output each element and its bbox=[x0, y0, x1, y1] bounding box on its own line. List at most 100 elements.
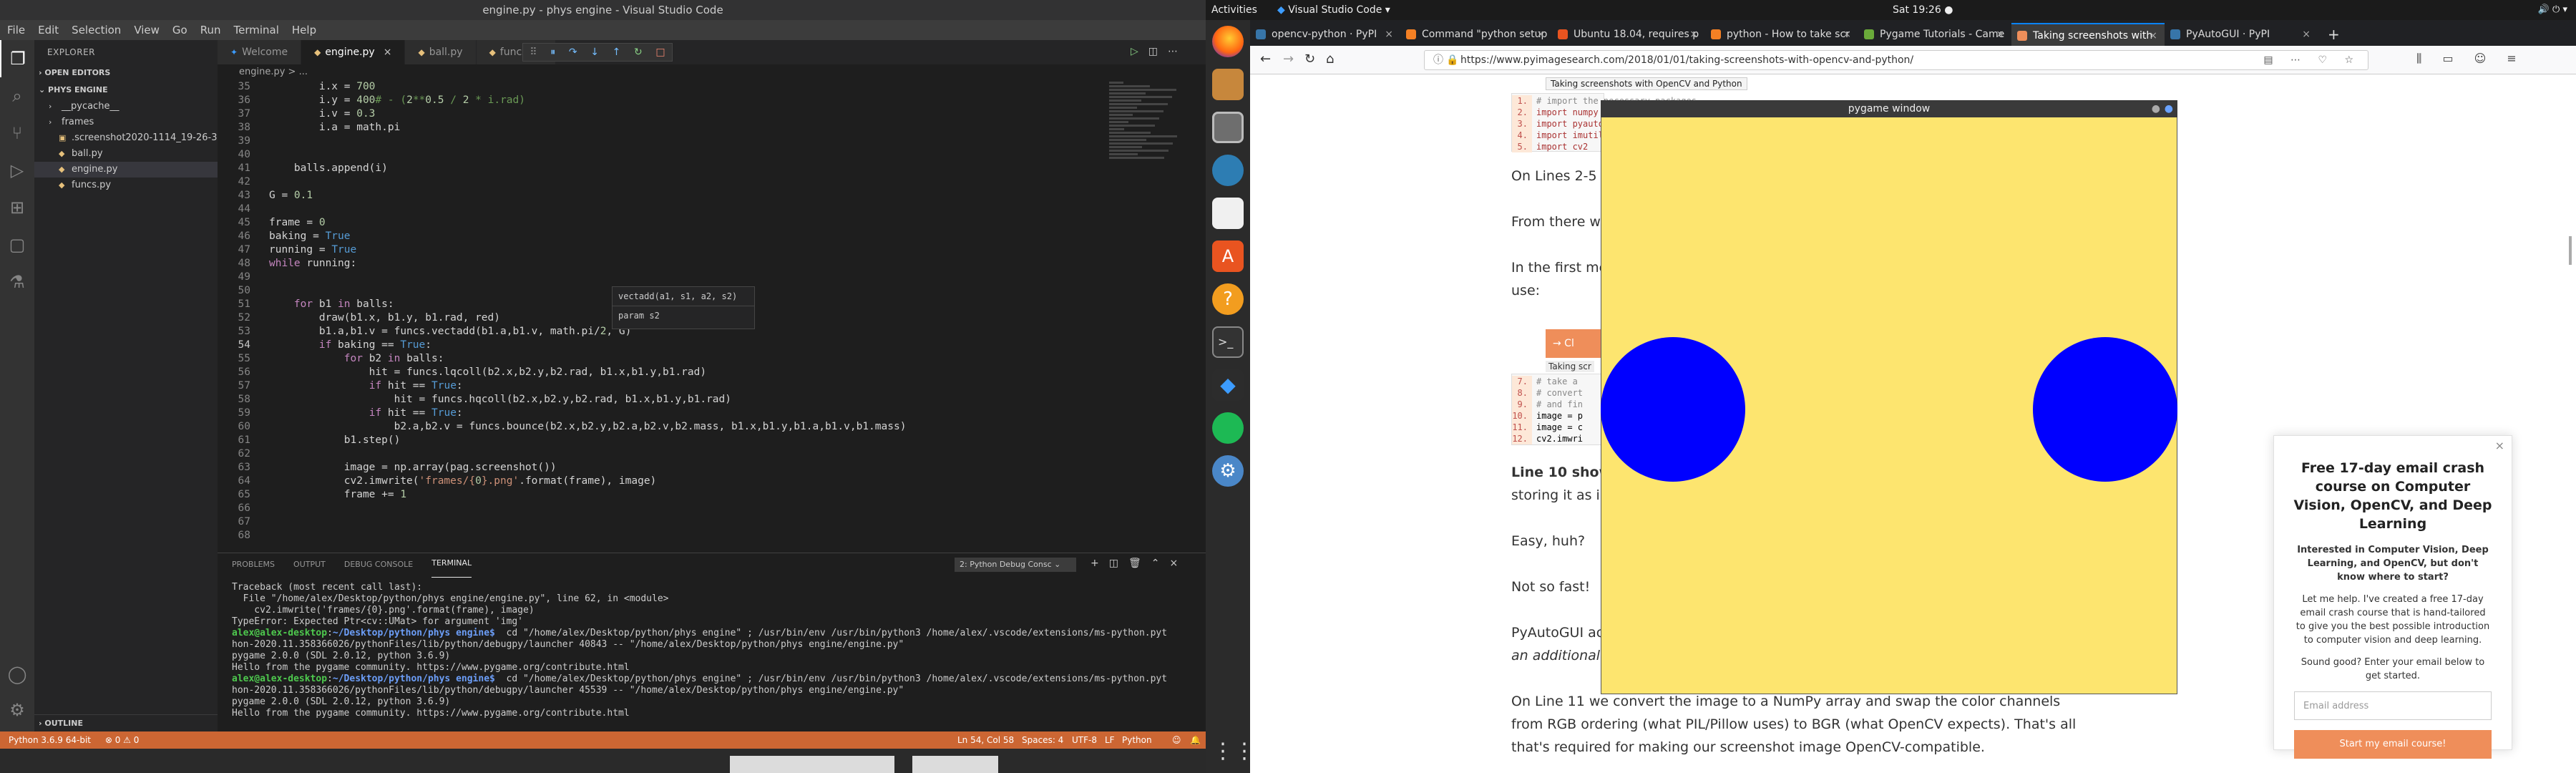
code-line[interactable]: 44 bbox=[218, 203, 1206, 216]
menu-file[interactable]: File bbox=[7, 20, 25, 40]
browser-tab[interactable]: Command "python setup × bbox=[1400, 23, 1552, 46]
email-field[interactable]: Email address bbox=[2294, 691, 2492, 720]
source-control-icon[interactable]: ⑂ bbox=[0, 115, 34, 152]
testing-icon[interactable]: ⚗ bbox=[0, 263, 34, 301]
extensions-icon[interactable]: ⊞ bbox=[0, 189, 34, 226]
feedback-icon[interactable]: ☺ bbox=[1172, 731, 1181, 749]
minimap[interactable] bbox=[1109, 80, 1195, 188]
code-line[interactable]: 46 baking = True bbox=[218, 230, 1206, 243]
code-line[interactable]: 40 bbox=[218, 148, 1206, 162]
split-terminal-icon[interactable]: ◫ bbox=[1109, 558, 1128, 569]
close-tab-icon[interactable]: × bbox=[2149, 24, 2157, 46]
music-icon[interactable] bbox=[1212, 155, 1244, 186]
code-line[interactable]: 57 if hit == True: bbox=[218, 379, 1206, 393]
open-editors-section[interactable]: › OPEN EDITORS bbox=[34, 64, 218, 82]
menu-view[interactable]: View bbox=[134, 20, 160, 40]
trash-icon[interactable]: 🗑 bbox=[1128, 558, 1151, 569]
code-line[interactable]: 59 if hit == True: bbox=[218, 407, 1206, 420]
code-line[interactable]: 58 hit = funcs.hqcoll(b2.x,b2.y,b2.rad, … bbox=[218, 393, 1206, 407]
start-course-button[interactable]: Start my email course! bbox=[2294, 730, 2492, 759]
menu-selection[interactable]: Selection bbox=[72, 20, 121, 40]
code-line[interactable]: 43 G = 0.1 bbox=[218, 189, 1206, 203]
menu-edit[interactable]: Edit bbox=[38, 20, 59, 40]
minimize-icon[interactable]: ● bbox=[2152, 100, 2160, 117]
code-line[interactable]: 39 bbox=[218, 135, 1206, 148]
code-line[interactable]: 66 bbox=[218, 502, 1206, 515]
code-line[interactable]: 62 bbox=[218, 447, 1206, 461]
tree-item-frames[interactable]: › frames bbox=[34, 115, 218, 130]
system-tray[interactable]: 🔊 ⏻ ▾ bbox=[2538, 0, 2567, 20]
tab-engine-py[interactable]: ◆ engine.py × bbox=[301, 40, 406, 64]
bell-icon[interactable]: 🔔 bbox=[1190, 731, 1201, 749]
code-line[interactable]: 61 b1.step() bbox=[218, 434, 1206, 447]
forward-icon[interactable]: → bbox=[1283, 52, 1294, 67]
step-over-icon[interactable]: ↷ bbox=[569, 47, 577, 58]
breadcrumb[interactable]: engine.py > ... bbox=[218, 64, 1206, 80]
status-encoding[interactable]: UTF-8 bbox=[1072, 731, 1097, 749]
activities-button[interactable]: Activities bbox=[1211, 0, 1257, 20]
files-icon[interactable] bbox=[1212, 69, 1244, 100]
code-line[interactable]: 41 balls.append(i) bbox=[218, 162, 1206, 175]
tree-item-engine-py[interactable]: ◆ engine.py bbox=[34, 162, 218, 178]
url-bar[interactable]: ⓘ 🔒 https://www.pyimagesearch.com/2018/0… bbox=[1424, 50, 2368, 70]
manage-gear-icon[interactable]: ⚙ bbox=[0, 691, 34, 729]
close-tab-icon[interactable]: × bbox=[1996, 23, 2004, 46]
spotify-icon[interactable] bbox=[1212, 412, 1244, 444]
browser-tab[interactable]: opencv-python · PyPI × bbox=[1250, 23, 1400, 46]
step-into-icon[interactable]: ↓ bbox=[590, 47, 599, 58]
url-actions[interactable]: ▤ ⋯ ♡ ☆ bbox=[2263, 51, 2361, 69]
restart-icon[interactable]: ↻ bbox=[634, 47, 643, 58]
outline-section[interactable]: › OUTLINE bbox=[34, 714, 218, 731]
code-line[interactable]: 54 if baking == True: bbox=[218, 339, 1206, 352]
code-line[interactable]: 47 running = True bbox=[218, 243, 1206, 257]
tab-output[interactable]: OUTPUT bbox=[293, 553, 326, 576]
close-tab-icon[interactable]: × bbox=[1536, 23, 1545, 46]
code-line[interactable]: 60 b2.a,b2.v = funcs.bounce(b2.x,b2.y,b2… bbox=[218, 420, 1206, 434]
code-line[interactable]: 36 i.y = 400# - (2**0.5 / 2 * i.rad) bbox=[218, 94, 1206, 107]
close-icon[interactable]: × bbox=[384, 47, 392, 58]
status-position[interactable]: Ln 54, Col 58 bbox=[957, 731, 1014, 749]
code-line[interactable]: 55 for b2 in balls: bbox=[218, 352, 1206, 366]
menu-run[interactable]: Run bbox=[200, 20, 221, 40]
account-icon[interactable]: ◯ bbox=[0, 656, 34, 693]
terminal-select[interactable]: 2: Python Debug Consc ⌄ bbox=[955, 558, 1076, 572]
menu-terminal[interactable]: Terminal bbox=[234, 20, 279, 40]
lock-icon[interactable]: 🔒 bbox=[1446, 51, 1458, 69]
document-icon[interactable] bbox=[1212, 198, 1244, 229]
close-tab-icon[interactable]: × bbox=[1843, 23, 1851, 46]
add-terminal-icon[interactable]: + bbox=[1091, 558, 1109, 569]
code-line[interactable]: 48 while running: bbox=[218, 257, 1206, 271]
reload-icon[interactable]: ↻ bbox=[1304, 52, 1315, 67]
new-tab-button[interactable]: + bbox=[2318, 23, 2346, 46]
home-icon[interactable]: ⌂ bbox=[1326, 52, 1334, 67]
close-panel-icon[interactable]: × bbox=[1169, 558, 1188, 569]
close-tab-icon[interactable]: × bbox=[1689, 23, 1698, 46]
browser-tab[interactable]: Ubuntu 18.04, requires p × bbox=[1552, 23, 1705, 46]
close-icon[interactable]: × bbox=[2495, 439, 2504, 452]
tab-welcome[interactable]: ✦ Welcome bbox=[218, 40, 302, 64]
back-icon[interactable]: ← bbox=[1260, 52, 1271, 67]
menu-go[interactable]: Go bbox=[172, 20, 187, 40]
show-apps-icon[interactable]: ⋮⋮ bbox=[1212, 736, 1255, 767]
explorer-icon[interactable]: ❐ bbox=[0, 40, 34, 77]
browser-tab[interactable]: python - How to take scr × bbox=[1705, 23, 1858, 46]
status-spaces[interactable]: Spaces: 4 bbox=[1022, 731, 1063, 749]
tab-ball-py[interactable]: ◆ ball.py bbox=[405, 40, 477, 64]
info-icon[interactable]: ⓘ bbox=[1433, 51, 1443, 69]
remote-icon[interactable]: ▢ bbox=[0, 226, 34, 263]
code-line[interactable]: 65 frame += 1 bbox=[218, 488, 1206, 502]
tab-problems[interactable]: PROBLEMS bbox=[232, 553, 275, 576]
code-line[interactable]: 63 image = np.array(pag.screenshot()) bbox=[218, 461, 1206, 475]
code-line[interactable]: 45 frame = 0 bbox=[218, 216, 1206, 230]
code-line[interactable]: 37 i.v = 0.3 bbox=[218, 107, 1206, 121]
pygame-titlebar[interactable]: pygame window ● ● bbox=[1601, 100, 2177, 117]
code-line[interactable]: 49 bbox=[218, 271, 1206, 284]
vscode-dock-icon[interactable]: ◆ bbox=[1212, 369, 1244, 401]
firefox-icon[interactable] bbox=[1212, 26, 1244, 57]
tree-item-ball-py[interactable]: ◆ ball.py bbox=[34, 146, 218, 162]
status-eol[interactable]: LF bbox=[1105, 731, 1115, 749]
status-problems[interactable]: ⊗ 0 ⚠ 0 bbox=[105, 735, 140, 745]
code-line[interactable]: 35 i.x = 700 bbox=[218, 80, 1206, 94]
stop-icon[interactable]: □ bbox=[655, 47, 665, 58]
status-language[interactable]: Python bbox=[1122, 731, 1152, 749]
